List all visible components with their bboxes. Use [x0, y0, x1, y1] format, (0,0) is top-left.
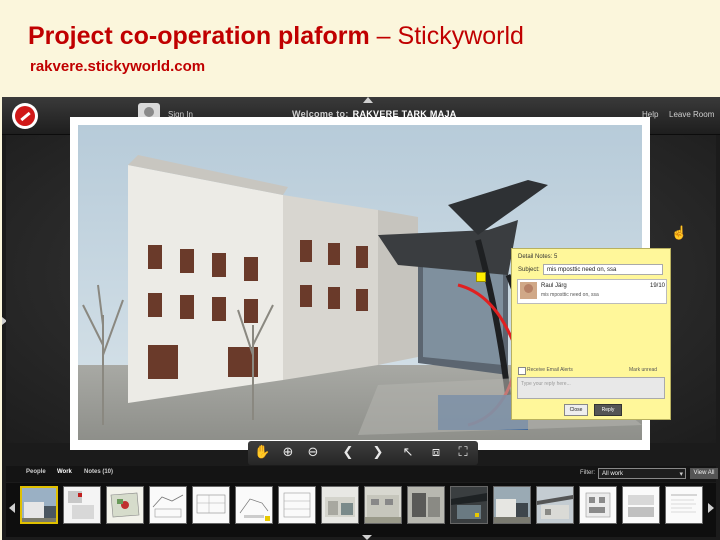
slide-title-brand: Stickyworld: [397, 22, 524, 50]
filmstrip-thumb[interactable]: [665, 486, 703, 524]
thumb-image: [537, 487, 573, 523]
thumb-image: [22, 488, 56, 522]
filter-select[interactable]: All work: [598, 468, 686, 480]
zoom-out-icon[interactable]: ⊖: [305, 445, 321, 461]
thumb-image: [193, 487, 229, 523]
filmstrip-thumb[interactable]: [579, 486, 617, 524]
collapse-top-arrow-icon[interactable]: [363, 97, 373, 103]
tab-people[interactable]: People: [26, 469, 46, 475]
thumb-image: [408, 487, 444, 523]
thumb-image: [107, 487, 143, 523]
filmstrip-thumb[interactable]: [622, 486, 660, 524]
collapse-bottom-arrow-icon[interactable]: [362, 535, 372, 540]
note-subject-field[interactable]: mis mposttic need on, ssa: [543, 264, 663, 275]
slide-title: Project co-operation plaform – Stickywor…: [28, 22, 524, 51]
email-alerts-checkbox[interactable]: [518, 367, 526, 375]
filmstrip-thumb[interactable]: [20, 486, 58, 524]
filmstrip-thumb[interactable]: [63, 486, 101, 524]
filmstrip-thumb[interactable]: [364, 486, 402, 524]
fullscreen-icon[interactable]: ⛶: [455, 445, 471, 461]
thumb-image: [279, 487, 315, 523]
sticky-note-panel: Detail Notes: 5 Subject: mis mposttic ne…: [511, 248, 671, 420]
note-marker-icon[interactable]: [476, 272, 486, 282]
slide-title-main: Project co-operation plaform: [28, 22, 370, 50]
thumb-image: [236, 487, 272, 523]
crop-icon[interactable]: ⧈: [428, 445, 444, 461]
reply-input[interactable]: Type your reply here...: [517, 377, 665, 399]
note-post: Raul Järg 19/10 mis mposttic need on, ss…: [517, 279, 667, 304]
filmstrip-thumb[interactable]: [192, 486, 230, 524]
post-author-avatar: [520, 282, 537, 299]
next-arrow-icon[interactable]: ❯: [370, 445, 386, 461]
filmstrip-thumb[interactable]: [450, 486, 488, 524]
slide-subtitle-url: rakvere.stickyworld.com: [30, 58, 206, 75]
thumb-image: [494, 487, 530, 523]
thumb-image: [365, 487, 401, 523]
filmstrip-next-icon[interactable]: [708, 503, 714, 513]
post-author: Raul Järg: [541, 283, 567, 289]
filmstrip-thumb[interactable]: [407, 486, 445, 524]
filmstrip-thumb[interactable]: [106, 486, 144, 524]
view-all-button[interactable]: View All: [690, 468, 718, 479]
thumb-image: [451, 487, 487, 523]
filter-label: Filter:: [580, 470, 595, 476]
work-filmstrip: [6, 483, 716, 537]
thumb-image: [623, 487, 659, 523]
prev-arrow-icon[interactable]: ❮: [340, 445, 356, 461]
hand-icon[interactable]: ✋: [254, 445, 270, 461]
filmstrip-thumb[interactable]: [493, 486, 531, 524]
email-alerts-label: Receive Email Alerts: [527, 367, 573, 373]
note-close-button[interactable]: Close: [564, 404, 588, 416]
thumb-image: [150, 487, 186, 523]
viewer-toolbar: ✋ ⊕ ⊖ ❮ ❯ ↖ ⧈ ⛶: [248, 441, 478, 465]
thumb-image: [580, 487, 616, 523]
slide-header: Project co-operation plaform – Stickywor…: [0, 0, 720, 96]
slide-title-dash: –: [376, 22, 391, 50]
leave-room-link[interactable]: Leave Room: [669, 110, 714, 119]
filmstrip-prev-icon[interactable]: [9, 503, 15, 513]
tab-notes[interactable]: Notes (10): [84, 469, 113, 475]
note-title: Detail Notes: 5: [518, 254, 558, 260]
thumb-image: [64, 487, 100, 523]
pointer-icon[interactable]: ↖: [400, 445, 416, 461]
mark-unread-link[interactable]: Mark unread: [629, 367, 657, 373]
stickyworld-logo-icon[interactable]: [12, 103, 38, 129]
thumb-image: [666, 487, 702, 523]
filmstrip-thumb[interactable]: [235, 486, 273, 524]
bottom-tab-bar: People Work Notes (10) Filter: All work …: [6, 466, 718, 482]
zoom-in-icon[interactable]: ⊕: [280, 445, 296, 461]
note-reply-button[interactable]: Reply: [594, 404, 622, 416]
post-date: 19/10: [650, 283, 666, 289]
hand-cursor-icon: ☝: [671, 225, 688, 240]
tab-work[interactable]: Work: [57, 469, 72, 475]
post-text: mis mposttic need on, ssa: [541, 292, 599, 298]
note-subject-label: Subject:: [518, 267, 540, 273]
thumb-image: [322, 487, 358, 523]
filmstrip-thumb[interactable]: [278, 486, 316, 524]
filmstrip-thumb[interactable]: [321, 486, 359, 524]
filmstrip-thumb[interactable]: [149, 486, 187, 524]
filter-value: All work: [602, 471, 624, 477]
filmstrip-thumb[interactable]: [536, 486, 574, 524]
